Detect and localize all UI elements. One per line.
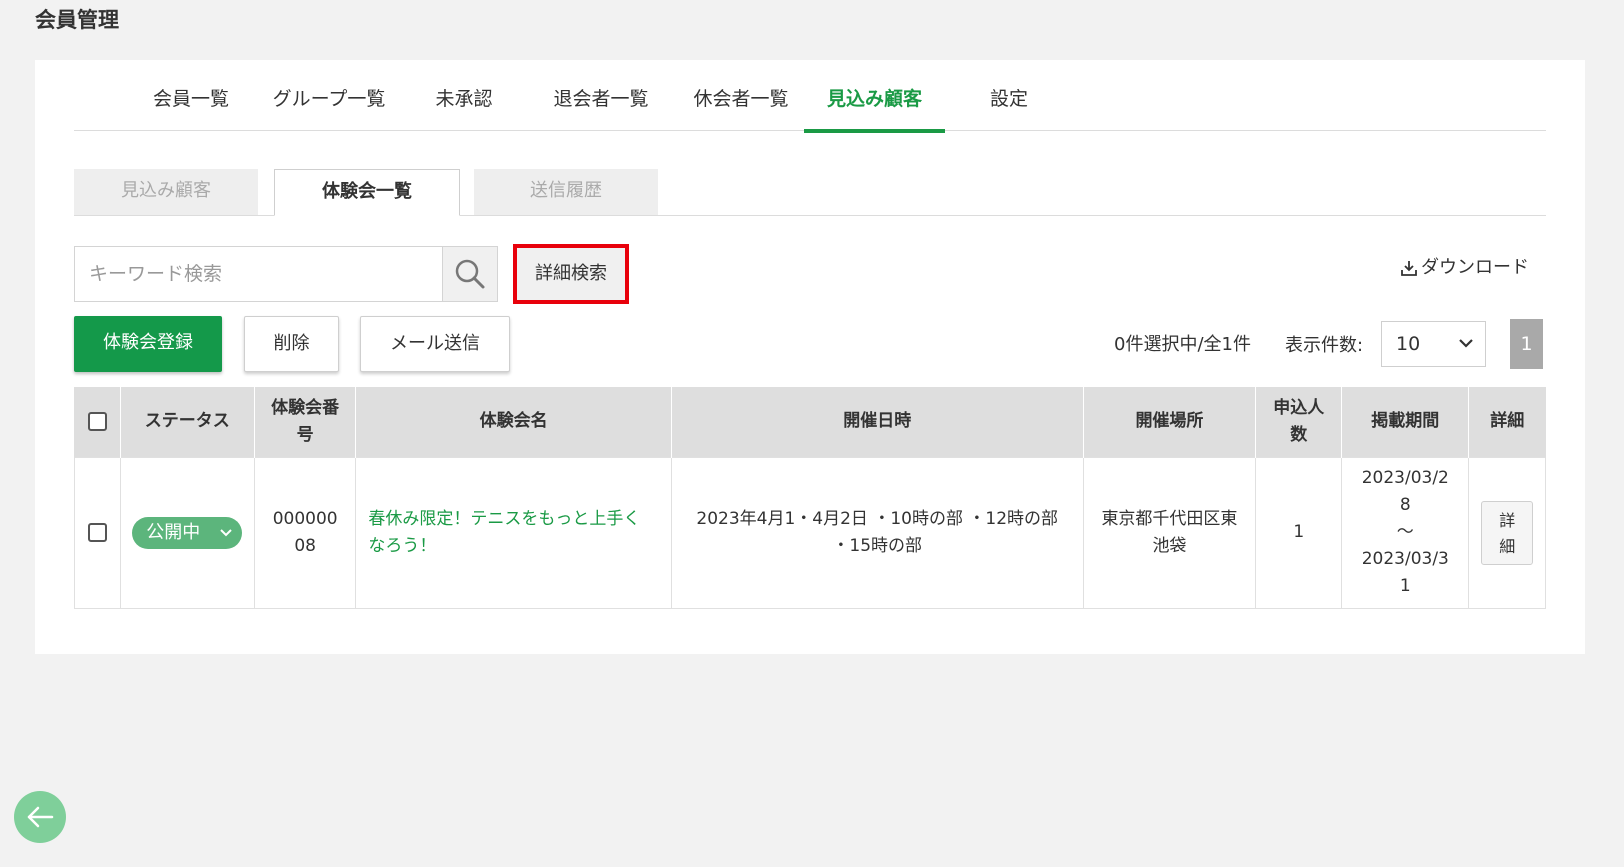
row-select-cell	[74, 456, 121, 609]
header-datetime: 開催日時	[670, 387, 1084, 457]
period-start-line1: 2023/03/2	[1361, 468, 1449, 488]
detail-button[interactable]: 詳細	[1481, 500, 1534, 565]
page-title: 会員管理	[35, 8, 119, 32]
header-number-line1: 体験会番	[271, 397, 340, 418]
pagination-page-1[interactable]: 1	[1510, 319, 1543, 369]
tab-withdrawn-list[interactable]: 退会者一覧	[551, 84, 651, 131]
search-button[interactable]	[442, 247, 497, 301]
tab-settings[interactable]: 設定	[989, 84, 1029, 131]
period-cell: 2023/03/2 8 ～ 2023/03/3 1	[1341, 456, 1470, 609]
event-datetime-line2: ・15時の部	[832, 535, 923, 556]
trial-events-table: ステータス 体験会番号 体験会名 開催日時 開催場所 申込人数 掲載期間 詳細 …	[74, 387, 1546, 609]
download-label: ダウンロード	[1421, 257, 1529, 278]
arrow-left-icon	[27, 806, 54, 828]
header-status: ステータス	[119, 387, 255, 457]
register-trial-button[interactable]: 体験会登録	[74, 316, 222, 372]
row-checkbox[interactable]	[87, 522, 107, 542]
event-datetime-line1: 2023年4月1・4月2日 ・10時の部 ・12時の部	[696, 508, 1059, 529]
per-page-select[interactable]: 10	[1381, 321, 1486, 367]
table-row: 公開中 000000 08 春休み限定！テニスをもっと上手く なろう！ 2023年4…	[74, 456, 1546, 609]
period-start-line2: 8	[1399, 495, 1411, 515]
subtab-trial-list[interactable]: 体験会一覧	[274, 169, 460, 216]
event-name-line2: なろう！	[368, 535, 437, 556]
event-location-line1: 東京都千代田区東	[1101, 508, 1238, 529]
search-icon	[455, 259, 485, 289]
per-page-label: 表示件数:	[1285, 335, 1364, 356]
keyword-search-box	[74, 246, 498, 302]
header-detail: 詳細	[1468, 387, 1546, 457]
status-label: 公開中	[146, 521, 201, 543]
select-all-checkbox[interactable]	[87, 411, 107, 431]
subtab-send-history[interactable]: 送信履歴	[474, 169, 658, 215]
event-location-cell: 東京都千代田区東 池袋	[1082, 456, 1257, 609]
status-cell: 公開中	[119, 456, 255, 609]
main-tab-bar: 会員一覧 グループ一覧 未承認 退会者一覧 休会者一覧 見込み顧客 設定	[74, 60, 1546, 133]
per-page-value: 10	[1396, 333, 1421, 355]
chevron-down-icon	[220, 528, 232, 536]
event-number-line1: 000000	[272, 508, 338, 529]
tab-member-list[interactable]: 会員一覧	[152, 84, 230, 131]
header-applicants-line2: 数	[1290, 424, 1308, 445]
subtab-prospects[interactable]: 見込み顧客	[74, 169, 258, 215]
tab-unapproved[interactable]: 未承認	[434, 84, 494, 131]
detail-button-line1: 詳	[1499, 510, 1516, 530]
header-applicants-line1: 申込人	[1273, 397, 1325, 418]
header-location: 開催場所	[1082, 387, 1257, 457]
period-end-line2: 1	[1399, 576, 1411, 596]
tab-prospects[interactable]: 見込み顧客	[804, 84, 945, 133]
selection-count: 0件選択中/全1件	[1114, 334, 1251, 355]
event-number-cell: 000000 08	[253, 456, 357, 609]
period-end-line1: 2023/03/3	[1361, 549, 1449, 569]
download-link[interactable]: ダウンロード	[1401, 253, 1529, 281]
header-name: 体験会名	[355, 387, 672, 457]
tab-suspended-list[interactable]: 休会者一覧	[691, 84, 791, 131]
content-panel: 会員一覧 グループ一覧 未承認 退会者一覧 休会者一覧 見込み顧客 設定 見込み…	[35, 60, 1585, 654]
select-all-header	[74, 387, 121, 457]
sub-tab-bar: 見込み顧客 体験会一覧 送信履歴	[74, 169, 1546, 216]
event-location-line2: 池袋	[1152, 535, 1187, 556]
detail-search-button[interactable]: 詳細検索	[513, 244, 629, 304]
header-period: 掲載期間	[1341, 387, 1470, 457]
header-number-line2: 号	[296, 424, 314, 445]
event-datetime-cell: 2023年4月1・4月2日 ・10時の部 ・12時の部 ・15時の部	[670, 456, 1084, 609]
delete-button[interactable]: 削除	[244, 316, 339, 372]
event-name-line1: 春休み限定！テニスをもっと上手く	[368, 508, 641, 529]
keyword-search-input[interactable]	[75, 247, 443, 301]
back-button[interactable]	[14, 791, 66, 843]
detail-button-line2: 細	[1499, 536, 1516, 556]
table-header-row: ステータス 体験会番号 体験会名 開催日時 開催場所 申込人数 掲載期間 詳細	[74, 387, 1546, 457]
header-applicants: 申込人数	[1255, 387, 1343, 457]
event-name-link[interactable]: 春休み限定！テニスをもっと上手く なろう！	[356, 506, 671, 560]
event-name-cell: 春休み限定！テニスをもっと上手く なろう！	[355, 456, 672, 609]
event-number-line2: 08	[294, 535, 316, 556]
chevron-down-icon	[1459, 339, 1473, 348]
status-dropdown[interactable]: 公開中	[132, 516, 243, 549]
period-separator: ～	[1396, 522, 1414, 542]
tab-group-list[interactable]: グループ一覧	[270, 84, 388, 131]
send-mail-button[interactable]: メール送信	[360, 316, 510, 372]
applicants-cell: 1	[1255, 456, 1343, 609]
detail-cell: 詳細	[1468, 456, 1546, 609]
header-number: 体験会番号	[253, 387, 357, 457]
download-icon	[1401, 261, 1417, 276]
